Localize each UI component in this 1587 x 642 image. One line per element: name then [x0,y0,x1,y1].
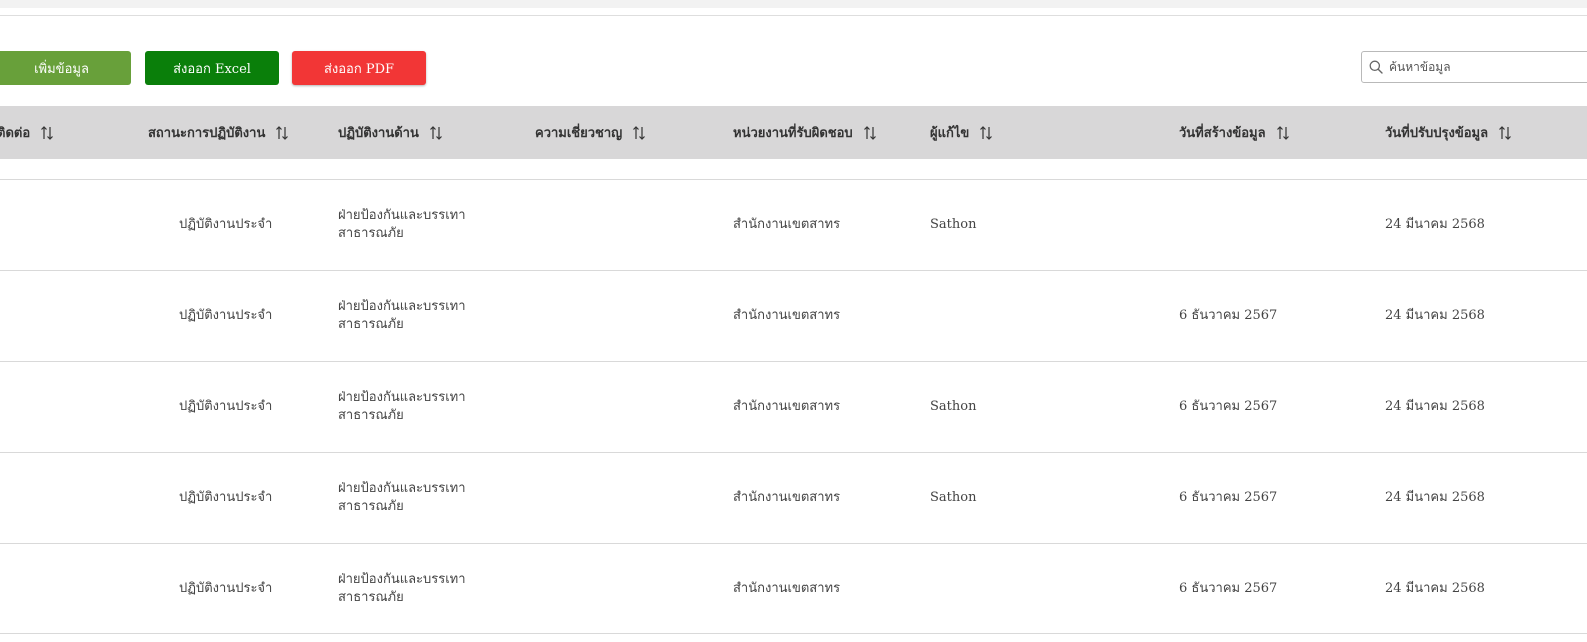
column-header-contact[interactable]: ติดต่อ [0,106,54,159]
table-row[interactable]: ปฏิบัติงานประจำ ฝ่ายป้องกันและบรรเทา สาธ… [0,543,1587,634]
column-header-created-date[interactable]: วันที่สร้างข้อมูล [1179,106,1290,159]
cell-status: ปฏิบัติงานประจำ [179,216,273,232]
cell-status: ปฏิบัติงานประจำ [179,489,273,505]
cell-status: ปฏิบัติงานประจำ [179,580,273,596]
column-header-label: วันที่ปรับปรุงข้อมูล [1385,126,1489,141]
cell-editor: Sathon [930,489,977,505]
cell-created-date: 6 ธันวาคม 2567 [1179,398,1278,414]
cell-status: ปฏิบัติงานประจำ [179,398,273,414]
cell-agency: สำนักงานเขตสาทร [733,489,841,505]
cell-editor: Sathon [930,216,977,232]
cell-work-area-line: ฝ่ายป้องกันและบรรเทา [338,389,466,405]
cell-work-area: ฝ่ายป้องกันและบรรเทา สาธารณภัย [338,544,466,633]
cell-created-date: 6 ธันวาคม 2567 [1179,307,1278,323]
cell-work-area: ฝ่ายป้องกันและบรรเทา สาธารณภัย [338,453,466,542]
cell-work-area-line: สาธารณภัย [338,225,404,241]
cell-work-area-line: สาธารณภัย [338,316,404,332]
table-row[interactable]: ปฏิบัติงานประจำ ฝ่ายป้องกันและบรรเทา สาธ… [0,179,1587,270]
column-header-work-area[interactable]: ปฏิบัติงานด้าน [338,106,443,159]
cell-agency: สำนักงานเขตสาทร [733,307,841,323]
column-header-label: วันที่สร้างข้อมูล [1179,126,1266,141]
column-header-updated-date[interactable]: วันที่ปรับปรุงข้อมูล [1385,106,1512,159]
cell-updated-date: 24 มีนาคม 2568 [1385,398,1485,414]
table-row[interactable]: ปฏิบัติงานประจำ ฝ่ายป้องกันและบรรเทา สาธ… [0,361,1587,452]
search-icon [1369,60,1383,74]
cell-status: ปฏิบัติงานประจำ [179,307,273,323]
add-data-button[interactable]: เพิ่มข้อมูล [0,51,131,85]
search-input[interactable] [1389,53,1587,81]
cell-updated-date: 24 มีนาคม 2568 [1385,580,1485,596]
cell-work-area-line: ฝ่ายป้องกันและบรรเทา [338,571,466,587]
cell-updated-date: 24 มีนาคม 2568 [1385,489,1485,505]
sort-arrows-icon [863,125,876,140]
top-divider-bar [0,0,1587,16]
column-header-expertise[interactable]: ความเชี่ยวชาญ [535,106,646,159]
column-header-label: สถานะการปฏิบัติงาน [148,126,266,141]
column-header-label: ติดต่อ [0,126,31,141]
table-header: ติดต่อ สถานะการปฏิบัติงาน ปฏิบัติงานด้าน… [0,106,1587,159]
column-header-status[interactable]: สถานะการปฏิบัติงาน [148,106,289,159]
export-pdf-button[interactable]: ส่งออก PDF [292,51,426,85]
sort-arrows-icon [276,125,289,140]
cell-work-area-line: ฝ่ายป้องกันและบรรเทา [338,298,466,314]
export-excel-button[interactable]: ส่งออก Excel [145,51,279,85]
table-row[interactable]: ปฏิบัติงานประจำ ฝ่ายป้องกันและบรรเทา สาธ… [0,270,1587,361]
column-header-label: ปฏิบัติงานด้าน [338,126,419,141]
column-header-agency[interactable]: หน่วยงานที่รับผิดชอบ [733,106,877,159]
toolbar: เพิ่มข้อมูล ส่งออก Excel ส่งออก PDF [0,51,1587,85]
column-header-label: หน่วยงานที่รับผิดชอบ [733,126,853,141]
cell-updated-date: 24 มีนาคม 2568 [1385,216,1485,232]
cell-created-date: 6 ธันวาคม 2567 [1179,580,1278,596]
column-header-editor[interactable]: ผู้แก้ไข [930,106,993,159]
search-box [1361,51,1587,83]
cell-work-area: ฝ่ายป้องกันและบรรเทา สาธารณภัย [338,271,466,360]
column-header-label: ผู้แก้ไข [930,126,970,141]
cell-work-area-line: ฝ่ายป้องกันและบรรเทา [338,480,466,496]
cell-agency: สำนักงานเขตสาทร [733,216,841,232]
cell-editor: Sathon [930,398,977,414]
sort-arrows-icon [41,125,54,140]
cell-updated-date: 24 มีนาคม 2568 [1385,307,1485,323]
cell-work-area: ฝ่ายป้องกันและบรรเทา สาธารณภัย [338,362,466,451]
cell-created-date: 6 ธันวาคม 2567 [1179,489,1278,505]
cell-work-area-line: ฝ่ายป้องกันและบรรเทา [338,207,466,223]
cell-work-area-line: สาธารณภัย [338,589,404,605]
cell-agency: สำนักงานเขตสาทร [733,398,841,414]
column-header-label: ความเชี่ยวชาญ [535,126,623,141]
sort-arrows-icon [1276,125,1289,140]
sort-arrows-icon [429,125,442,140]
cell-agency: สำนักงานเขตสาทร [733,580,841,596]
sort-arrows-icon [633,125,646,140]
sort-arrows-icon [1499,125,1511,140]
sort-arrows-icon [980,125,993,140]
cell-work-area-line: สาธารณภัย [338,498,404,514]
cell-work-area: ฝ่ายป้องกันและบรรเทา สาธารณภัย [338,180,466,269]
table-row[interactable]: ปฏิบัติงานประจำ ฝ่ายป้องกันและบรรเทา สาธ… [0,452,1587,543]
cell-work-area-line: สาธารณภัย [338,407,404,423]
